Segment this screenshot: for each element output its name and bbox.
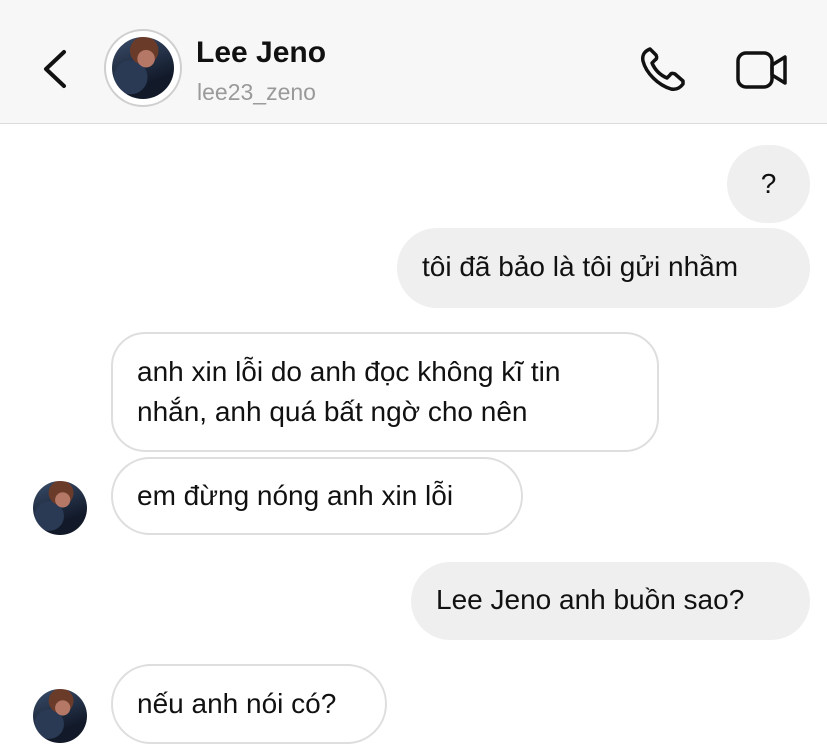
message-text: em đừng nóng anh xin lỗi — [137, 480, 454, 511]
phone-icon[interactable] — [638, 44, 690, 94]
message-text: Lee Jeno anh buồn sao? — [436, 584, 745, 615]
message-text-line: anh xin lỗi do anh đọc không kĩ tin — [137, 356, 561, 387]
message-text: nếu anh nói có? — [137, 688, 337, 719]
message-text-line: nhắn, anh quá bất ngờ cho nên — [137, 396, 528, 427]
sender-avatar[interactable] — [33, 689, 87, 743]
contact-username[interactable]: lee23_zeno — [197, 79, 316, 106]
message-received[interactable]: anh xin lỗi do anh đọc không kĩ tin nhắn… — [111, 332, 659, 452]
contact-name[interactable]: Lee Jeno — [196, 36, 326, 70]
message-sent[interactable]: ? — [727, 145, 810, 223]
message-received[interactable]: nếu anh nói có? — [111, 664, 387, 744]
message-sent[interactable]: Lee Jeno anh buồn sao? — [411, 562, 810, 640]
message-text: tôi đã bảo là tôi gửi nhầm — [422, 251, 739, 282]
video-camera-icon[interactable] — [734, 48, 790, 92]
message-sent[interactable]: tôi đã bảo là tôi gửi nhầm — [397, 228, 810, 308]
message-received[interactable]: em đừng nóng anh xin lỗi — [111, 457, 523, 535]
chat-header: Lee Jeno lee23_zeno — [0, 0, 827, 124]
contact-avatar[interactable] — [104, 29, 182, 107]
message-text: ? — [760, 168, 777, 199]
sender-avatar[interactable] — [33, 481, 87, 535]
avatar-image — [112, 37, 174, 99]
chevron-left-icon[interactable] — [38, 48, 74, 90]
